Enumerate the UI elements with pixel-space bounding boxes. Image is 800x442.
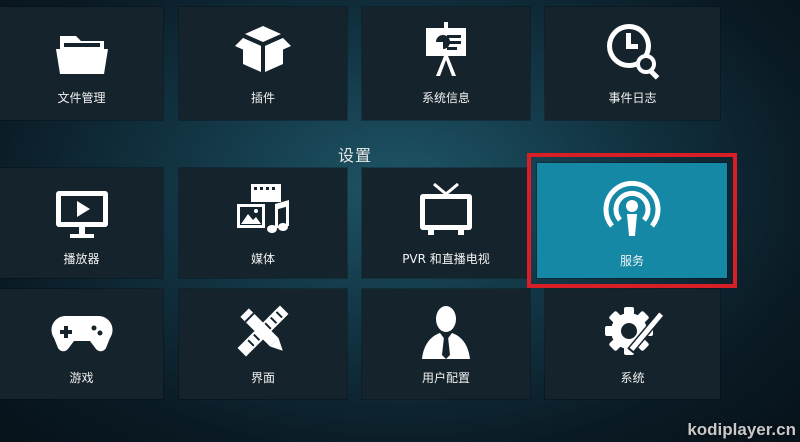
tile-interface[interactable]: 界面 bbox=[179, 289, 347, 399]
gamepad-icon bbox=[50, 315, 113, 352]
tile-label: 插件 bbox=[250, 91, 275, 105]
tile-label: 界面 bbox=[250, 371, 275, 385]
watermark: kodiplayer.cn bbox=[687, 420, 796, 439]
tile-label: 媒体 bbox=[250, 252, 275, 266]
tile-label: PVR 和直播电视 bbox=[402, 252, 490, 266]
tile-addons[interactable]: 插件 bbox=[179, 7, 347, 120]
clock-search-icon bbox=[606, 24, 659, 80]
tile-pvr-live-tv[interactable]: PVR 和直播电视 bbox=[362, 168, 530, 278]
user-profile-icon bbox=[422, 306, 470, 359]
tile-label: 系统 bbox=[620, 371, 645, 385]
tile-profiles[interactable]: 用户配置 bbox=[362, 289, 530, 399]
tile-label: 用户配置 bbox=[421, 371, 470, 385]
tile-label: 文件管理 bbox=[57, 91, 106, 105]
tile-event-log[interactable]: 事件日志 bbox=[545, 7, 720, 120]
gear-tools-icon bbox=[604, 307, 665, 355]
box-icon bbox=[235, 26, 291, 72]
focus-highlight-frame bbox=[527, 153, 737, 288]
tile-player[interactable]: 播放器 bbox=[0, 168, 163, 278]
tile-system[interactable]: 系统 bbox=[545, 289, 720, 399]
media-icon bbox=[237, 184, 289, 233]
tile-label: 事件日志 bbox=[608, 91, 657, 105]
monitor-play-icon bbox=[55, 191, 108, 238]
pencil-ruler-icon bbox=[237, 305, 289, 357]
tile-label: 游戏 bbox=[69, 371, 94, 385]
tv-icon bbox=[420, 182, 472, 235]
tile-file-manager[interactable]: 文件管理 bbox=[0, 7, 163, 120]
tile-media[interactable]: 媒体 bbox=[179, 168, 347, 278]
tile-system-info[interactable]: 系统信息 bbox=[362, 7, 530, 120]
presentation-board-icon bbox=[426, 22, 466, 76]
tile-label: 播放器 bbox=[63, 252, 100, 266]
folder-icon bbox=[55, 36, 108, 74]
tile-games[interactable]: 游戏 bbox=[0, 289, 163, 399]
tile-label: 系统信息 bbox=[421, 91, 470, 105]
